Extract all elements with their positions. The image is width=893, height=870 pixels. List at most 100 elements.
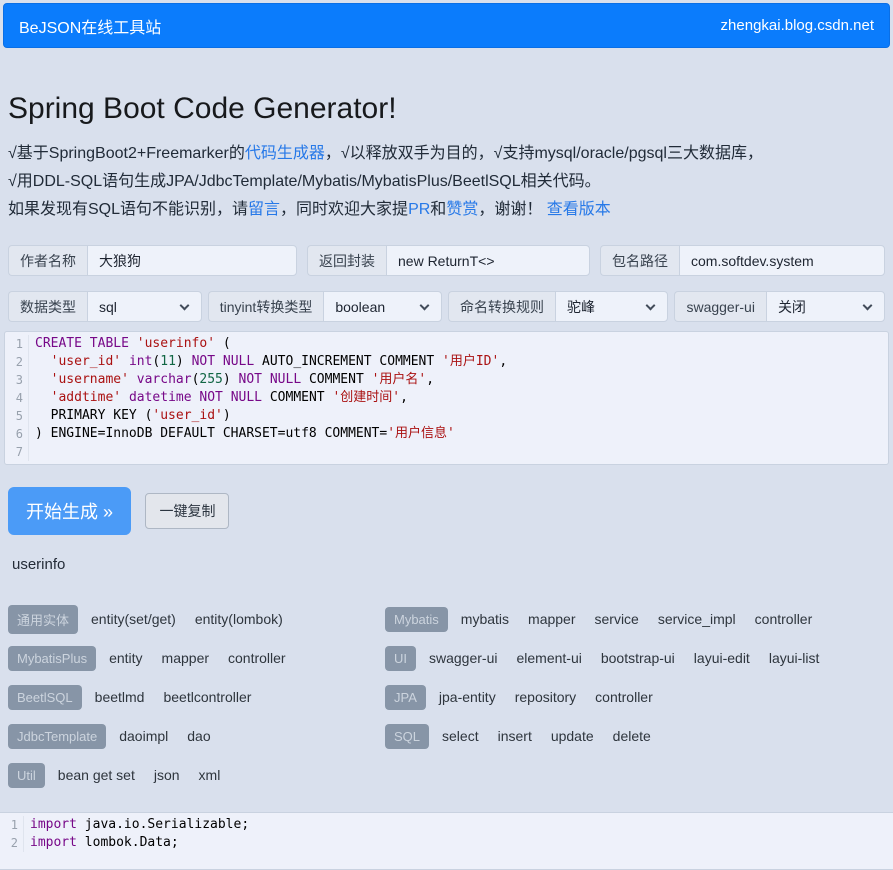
code-generator-link[interactable]: 代码生成器 [245,145,325,162]
site-brand-link[interactable]: BeJSON在线工具站 [19,14,161,38]
generator-link[interactable]: select [442,728,479,744]
generator-link[interactable]: service [595,611,639,627]
line-number: 1 [5,335,29,353]
code-line: 6) ENGINE=InnoDB DEFAULT CHARSET=utf8 CO… [5,425,888,443]
swagger-ui-select[interactable]: 关闭 [766,291,885,322]
donate-link[interactable]: 赞赏 [446,201,478,218]
naming-rule-group: 命名转换规则 驼峰 [448,291,668,322]
generator-link[interactable]: delete [613,728,651,744]
generate-button[interactable]: 开始生成 » [8,487,131,535]
chevron-down-icon [420,300,430,310]
line-number: 6 [5,425,29,443]
generator-link[interactable]: daoimpl [119,728,168,744]
form-row-selects: 数据类型 sql tinyint转换类型 boolean 命名转换规则 驼峰 s… [8,291,885,322]
generator-link[interactable]: beetlcontroller [163,689,251,705]
view-version-link[interactable]: 查看版本 [547,201,611,218]
generator-row: BeetlSQL beetlmd beetlcontroller [8,684,385,710]
chevron-down-icon [179,300,189,310]
swagger-ui-group: swagger-ui 关闭 [674,291,885,322]
author-name-input[interactable] [87,245,297,276]
data-type-selected-value: sql [99,299,117,315]
code-line: 4 'addtime' datetime NOT NULL COMMENT '创… [5,389,888,407]
leave-message-link[interactable]: 留言 [248,201,280,218]
code-line: 2 import lombok.Data; [0,834,893,852]
top-navbar: BeJSON在线工具站 zhengkai.blog.csdn.net [3,3,890,48]
intro-line3-mid1: ，同时欢迎大家提 [280,201,408,218]
generator-link[interactable]: controller [755,611,813,627]
generator-link[interactable]: mapper [528,611,575,627]
code-text: import lombok.Data; [30,834,179,852]
pr-link[interactable]: PR [408,201,430,218]
generator-link[interactable]: update [551,728,594,744]
generator-link[interactable]: layui-list [769,650,820,666]
code-line: 7 [5,443,888,461]
generator-link[interactable]: xml [199,767,221,783]
tinyint-convert-label: tinyint转换类型 [208,291,324,322]
generator-link[interactable]: element-ui [516,650,581,666]
generator-link[interactable]: bootstrap-ui [601,650,675,666]
generator-row: UI swagger-ui element-ui bootstrap-ui layui-… [385,645,838,671]
generator-link[interactable]: dao [187,728,210,744]
generator-link[interactable]: swagger-ui [429,650,497,666]
generator-row: SQL select insert update delete [385,723,838,749]
intro-paragraph: √基于SpringBoot2+Freemarker的代码生成器，√以释放双手为目… [8,140,885,224]
generator-link[interactable]: beetlmd [95,689,145,705]
java-code-output[interactable]: 1 import java.io.Serializable; 2 import lom… [0,812,893,870]
generator-link[interactable]: layui-edit [694,650,750,666]
generator-group-badge: SQL [385,724,429,749]
generator-link[interactable]: controller [595,689,653,705]
line-number: 4 [5,389,29,407]
data-type-group: 数据类型 sql [8,291,202,322]
code-text: import java.io.Serializable; [30,816,249,834]
package-path-group: 包名路径 [600,245,885,276]
code-line: 1 CREATE TABLE 'userinfo' ( [5,335,888,353]
generator-group-badge: BeetlSQL [8,685,82,710]
generator-link[interactable]: service_impl [658,611,736,627]
data-type-select[interactable]: sql [87,291,202,322]
generator-group-badge: 通用实体 [8,605,78,634]
generator-link[interactable]: entity [109,650,142,666]
generator-link[interactable]: json [154,767,180,783]
generator-link[interactable]: mapper [162,650,209,666]
generator-group-badge: JPA [385,685,426,710]
line-number: 2 [5,353,29,371]
generator-link[interactable]: controller [228,650,286,666]
intro-line3-mid2: 和 [430,201,446,218]
intro-line3-text: 如果发现有SQL语句不能识别，请 [8,201,248,218]
generator-link[interactable]: entity(set/get) [91,611,176,627]
action-buttons: 开始生成 » 一键复制 [8,487,885,535]
return-wrapper-input[interactable] [386,245,590,276]
generator-link[interactable]: insert [498,728,532,744]
intro-line1-text: √基于SpringBoot2+Freemarker的 [8,145,245,162]
generator-link[interactable]: entity(lombok) [195,611,283,627]
copy-button[interactable]: 一键复制 [145,493,229,529]
line-number: 2 [0,834,24,852]
generator-link[interactable]: repository [515,689,576,705]
swagger-ui-selected-value: 关闭 [778,297,806,317]
line-number: 1 [0,816,24,834]
package-path-input[interactable] [679,245,885,276]
line-number: 5 [5,407,29,425]
naming-rule-select[interactable]: 驼峰 [555,291,668,322]
author-name-label: 作者名称 [8,245,87,276]
tinyint-convert-select[interactable]: boolean [323,291,442,322]
generator-link[interactable]: bean get set [58,767,135,783]
generator-group-badge: UI [385,646,416,671]
generator-link[interactable]: jpa-entity [439,689,496,705]
intro-line2-text: √用DDL-SQL语句生成JPA/JdbcTemplate/Mybatis/My… [8,173,601,190]
generator-group-badge: JdbcTemplate [8,724,106,749]
package-path-label: 包名路径 [600,245,679,276]
intro-line3-mid3: ，谢谢！ [478,201,546,218]
chevron-down-icon [863,300,873,310]
author-name-group: 作者名称 [8,245,297,276]
code-text: CREATE TABLE 'userinfo' ( [35,335,231,353]
blog-url-link[interactable]: zhengkai.blog.csdn.net [721,17,874,34]
code-line: 3 'username' varchar(255) NOT NULL COMME… [5,371,888,389]
sql-code-editor[interactable]: 1CREATE TABLE 'userinfo' (2 'user_id' in… [4,331,889,465]
generator-group-badge: MybatisPlus [8,646,96,671]
return-wrapper-label: 返回封装 [307,245,386,276]
code-line: 1 import java.io.Serializable; [0,816,893,834]
generator-row: Utilbean get setjsonxml [8,762,385,788]
generator-row: 通用实体 entity(set/get) entity(lombok) [8,606,385,632]
generator-link[interactable]: mybatis [461,611,509,627]
